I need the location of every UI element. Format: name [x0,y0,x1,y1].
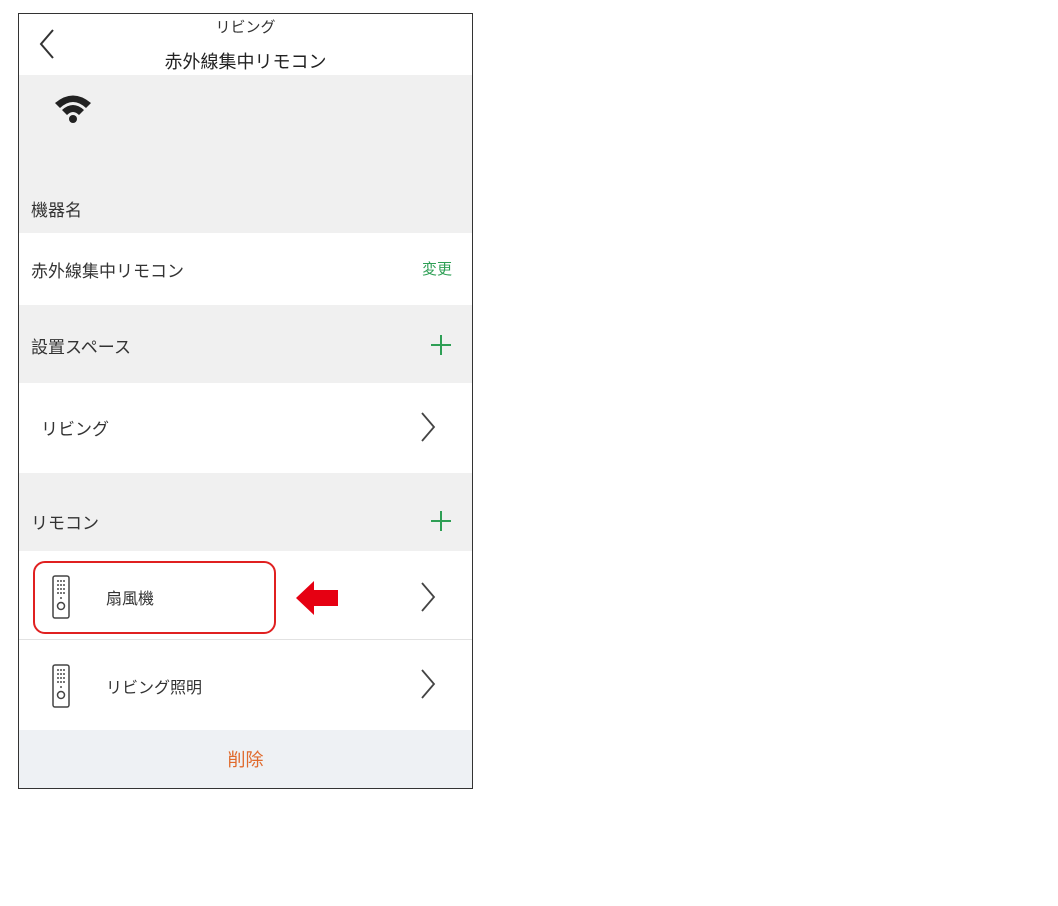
install-space-label: リビング [41,420,109,440]
page-title: 赤外線集中リモコン [164,52,327,73]
device-name-row: 赤外線集中リモコン 変更 [19,233,472,305]
install-space-row[interactable]: リビング [19,383,472,473]
highlight-box [33,561,276,634]
chevron-right-icon [421,582,436,612]
arrow-left-icon [296,581,338,615]
delete-label: 削除 [227,750,264,771]
remotes-section-label: リモコン [31,514,99,534]
delete-button[interactable]: 削除 [19,730,472,788]
plus-icon [431,335,451,355]
install-space-section-label: 設置スペース [31,338,131,358]
remotes-section: リモコン [19,473,472,551]
header-subtitle: リビング [215,18,276,36]
chevron-right-icon [421,412,436,442]
remote-row-living-light[interactable]: リビング照明 [19,640,472,730]
remote-control-icon [52,664,70,708]
wifi-icon [55,95,91,123]
header: リビング 赤外線集中リモコン [19,14,472,75]
add-install-space-button[interactable] [430,334,452,356]
install-space-section: 設置スペース [19,305,472,383]
device-settings-screen: リビング 赤外線集中リモコン 機器名 赤外線集中リモコン 変更 設置スペース リ… [18,13,473,789]
status-area: 機器名 [19,75,472,233]
plus-icon [431,511,451,531]
device-name-value: 赤外線集中リモコン [31,262,184,282]
remote-label-living-light: リビング照明 [106,678,203,697]
add-remote-button[interactable] [430,510,452,532]
device-name-section-label: 機器名 [31,201,82,221]
chevron-right-icon [421,669,436,699]
change-button[interactable]: 変更 [422,258,452,279]
